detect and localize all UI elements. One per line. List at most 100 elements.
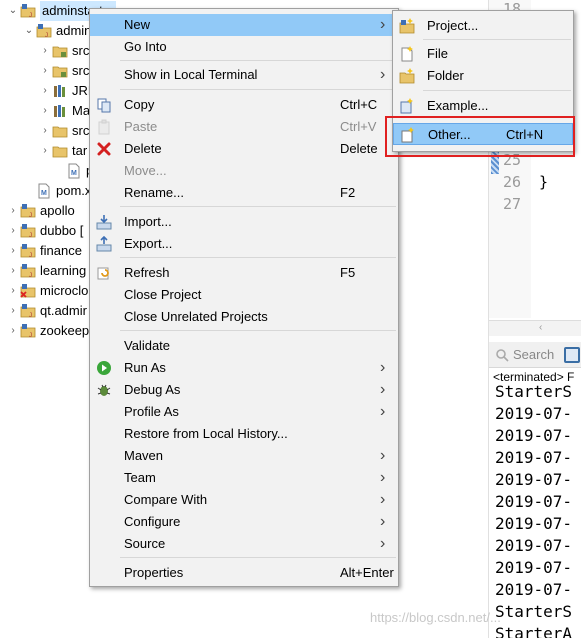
menu-item-label: Validate <box>124 338 171 353</box>
menu-item-close-unrelated-projects[interactable]: Close Unrelated Projects <box>90 306 398 328</box>
menu-item-label: Copy <box>124 97 155 112</box>
menu-separator <box>120 206 396 207</box>
svg-text:M: M <box>71 170 77 177</box>
chevron-right-icon[interactable]: › <box>38 61 52 81</box>
folder-icon <box>52 123 68 139</box>
menu-item-validate[interactable]: Validate <box>90 335 398 357</box>
menu-item-team[interactable]: Team › <box>90 467 398 489</box>
new-project-icon <box>399 18 415 34</box>
menu-item-label: Show in Local Terminal <box>124 67 258 82</box>
tree-item[interactable]: › Jdubbo [ <box>6 221 83 241</box>
menu-item-new[interactable]: New › <box>90 14 398 36</box>
source-folder-icon <box>52 63 68 79</box>
menu-item-label: Go Into <box>124 39 167 54</box>
chevron-right-icon[interactable]: › <box>38 101 52 121</box>
chevron-right-icon: › <box>380 447 386 464</box>
chevron-right-icon[interactable]: › <box>38 141 52 161</box>
menu-item-compare-with[interactable]: Compare With › <box>90 489 398 511</box>
menu-item-label: Restore from Local History... <box>124 426 288 441</box>
menu-item-run-as[interactable]: Run As › <box>90 357 398 379</box>
menu-item-copy[interactable]: Copy Ctrl+C <box>90 94 398 116</box>
menu-item-label: New <box>124 17 151 32</box>
tree-item[interactable]: › JRE <box>38 81 96 101</box>
tree-item[interactable]: Mpom.x <box>22 181 91 201</box>
tree-item-label: src <box>72 43 90 58</box>
tree-item[interactable]: › Ma <box>38 101 90 121</box>
highlight-annotation <box>385 116 575 157</box>
tree-item-label: admin <box>56 23 92 38</box>
tree-item[interactable]: › src <box>38 61 89 81</box>
tree-item[interactable]: › Jlearning <box>6 261 86 281</box>
submenu-item-label: Project... <box>427 18 479 33</box>
tree-item-label: microclo <box>40 283 89 298</box>
tree-item[interactable]: › Japollo <box>6 201 74 221</box>
menu-item-properties[interactable]: Properties Alt+Enter <box>90 562 398 584</box>
console-line: 2019-07- <box>495 404 573 423</box>
menu-item-label: Team <box>124 470 156 485</box>
tab-search[interactable]: Search <box>489 347 554 362</box>
tab-search-label: Search <box>513 347 555 362</box>
tree-item[interactable]: › src <box>38 121 89 141</box>
submenu-item-example[interactable]: Example... <box>393 95 573 117</box>
submenu-item-file[interactable]: File <box>393 43 573 65</box>
chevron-right-icon: › <box>380 359 386 376</box>
chevron-right-icon[interactable]: › <box>38 121 52 141</box>
submenu-item-folder[interactable]: Folder <box>393 65 573 87</box>
tree-item[interactable]: › tar <box>38 141 87 161</box>
console-view: Search <terminated> F StarterS 2019-07- 20… <box>488 338 581 638</box>
menu-item-configure[interactable]: Configure › <box>90 511 398 533</box>
search-icon <box>496 348 509 362</box>
chevron-right-icon[interactable]: › <box>6 221 20 241</box>
svg-text:J: J <box>29 333 32 339</box>
console-line: 2019-07- <box>495 492 573 511</box>
chevron-right-icon: › <box>380 513 386 530</box>
new-folder-icon <box>399 68 415 84</box>
tree-item[interactable]: › src <box>38 41 89 61</box>
chevron-right-icon[interactable]: › <box>6 301 20 321</box>
project-explorer: ⌄ Jadminstarter ⌄ Jadmin › src › src › JRE › Ma › src… <box>0 0 117 638</box>
menu-item-label: Run As <box>124 360 166 375</box>
menu-item-delete[interactable]: Delete Delete <box>90 138 398 160</box>
export-icon <box>96 235 112 252</box>
menu-item-go-into[interactable]: Go Into <box>90 36 398 58</box>
menu-item-import[interactable]: Import... <box>90 211 398 233</box>
tree-item[interactable]: › Jzookeep <box>6 321 89 341</box>
tree-item[interactable]: › Jqt.admir <box>6 301 87 321</box>
chevron-down-icon[interactable]: ⌄ <box>6 1 20 21</box>
menu-item-rename[interactable]: Rename... F2 <box>90 182 398 204</box>
menu-item-profile-as[interactable]: Profile As › <box>90 401 398 423</box>
chevron-right-icon[interactable]: › <box>6 261 20 281</box>
menu-item-maven[interactable]: Maven › <box>90 445 398 467</box>
horizontal-scrollbar[interactable]: ‹ <box>489 320 581 336</box>
menu-item-close-project[interactable]: Close Project <box>90 284 398 306</box>
menu-item-show-in-local-terminal[interactable]: Show in Local Terminal › <box>90 64 398 86</box>
project-folder-icon: J <box>20 3 36 19</box>
menu-item-shortcut: Delete <box>340 141 378 156</box>
tree-item[interactable]: › Jfinance <box>6 241 82 261</box>
chevron-right-icon[interactable]: › <box>6 321 20 341</box>
tree-item-label: src <box>72 63 90 78</box>
library-icon <box>52 83 68 99</box>
chevron-right-icon[interactable]: › <box>6 241 20 261</box>
menu-item-debug-as[interactable]: Debug As › <box>90 379 398 401</box>
tree-item[interactable]: ⌄ Jadmin <box>22 21 92 41</box>
chevron-right-icon[interactable]: › <box>6 201 20 221</box>
chevron-right-icon[interactable]: › <box>6 281 20 301</box>
code-line[interactable]: } <box>539 173 548 191</box>
tree-item[interactable]: › microclo <box>6 281 88 301</box>
chevron-right-icon[interactable]: › <box>38 41 52 61</box>
chevron-down-icon[interactable]: ⌄ <box>22 21 36 41</box>
menu-separator <box>423 39 571 40</box>
menu-item-restore-from-local-history[interactable]: Restore from Local History... <box>90 423 398 445</box>
menu-item-export[interactable]: Export... <box>90 233 398 255</box>
console-icon[interactable] <box>564 346 581 363</box>
chevron-right-icon[interactable]: › <box>38 81 52 101</box>
menu-item-label: Rename... <box>124 185 184 200</box>
menu-item-source[interactable]: Source › <box>90 533 398 555</box>
submenu-item-project[interactable]: Project... <box>393 15 573 37</box>
tree-item-label: src <box>72 123 90 138</box>
menu-item-refresh[interactable]: Refresh F5 <box>90 262 398 284</box>
console-line: 2019-07- <box>495 580 573 599</box>
paste-icon <box>96 119 112 135</box>
tree-item-label: dubbo [ <box>40 223 84 238</box>
